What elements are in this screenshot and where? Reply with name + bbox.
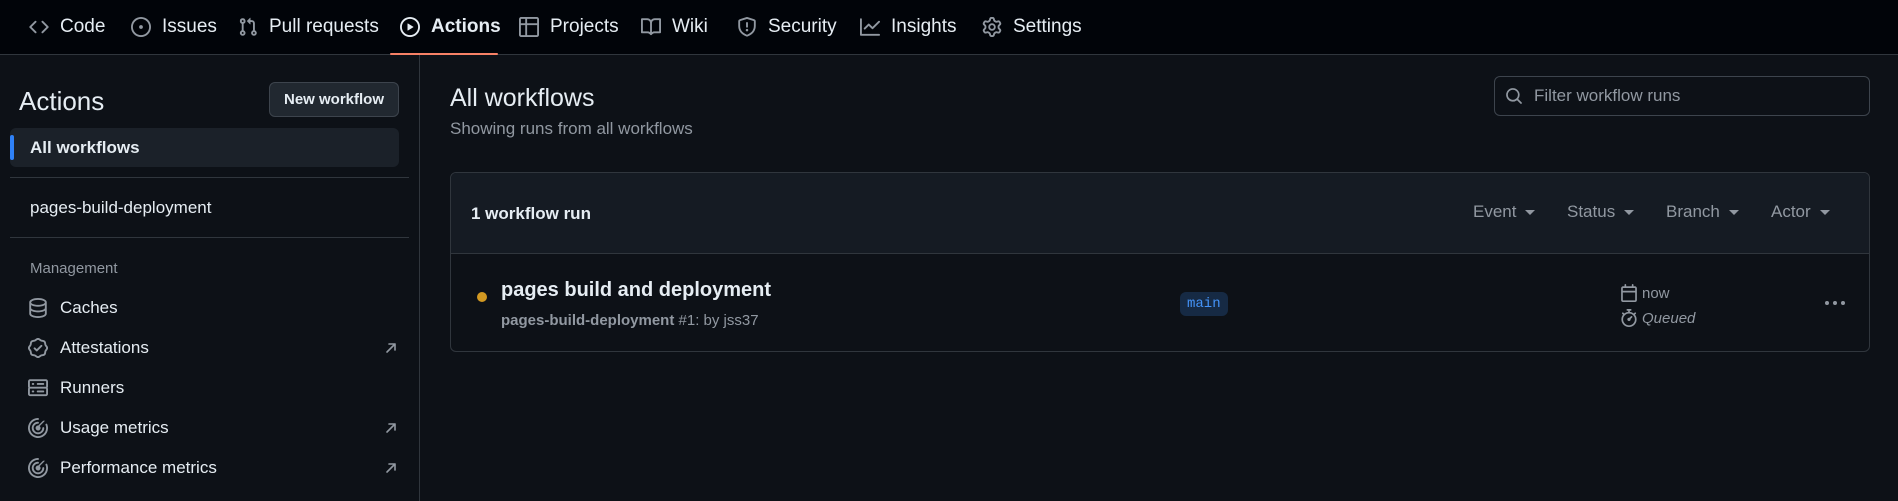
tab-pull-requests[interactable]: Pull requests xyxy=(228,0,389,54)
actor-filter-label: Actor xyxy=(1771,202,1811,221)
tab-issues[interactable]: Issues xyxy=(121,0,227,54)
branch-filter-dropdown[interactable]: Branch xyxy=(1666,202,1739,222)
tab-wiki-label: Wiki xyxy=(672,16,708,37)
sidebar-item-caches[interactable]: Caches xyxy=(28,292,398,324)
run-time: now xyxy=(1620,284,1670,302)
repo-nav: Code Issues Pull requests Actions Projec… xyxy=(0,0,1898,55)
event-filter-dropdown[interactable]: Event xyxy=(1473,202,1536,222)
tab-code[interactable]: Code xyxy=(19,0,115,54)
database-icon xyxy=(28,298,48,318)
table-icon xyxy=(519,17,539,37)
management-heading: Management xyxy=(30,260,118,277)
stopwatch-icon xyxy=(1620,309,1638,327)
caret-down-icon xyxy=(1819,209,1830,215)
external-link-icon xyxy=(384,461,398,475)
search-icon xyxy=(1505,87,1523,105)
calendar-icon xyxy=(1620,284,1638,302)
sidebar-item-usage-metrics-label: Usage metrics xyxy=(60,418,169,437)
sidebar-divider xyxy=(10,237,409,238)
graph-icon xyxy=(860,17,880,37)
caret-down-icon xyxy=(1728,209,1739,215)
run-options-button[interactable] xyxy=(1821,290,1849,316)
meter-icon xyxy=(28,418,48,438)
caret-down-icon xyxy=(1624,209,1635,215)
workflow-run-row[interactable]: pages build and deployment pages-build-d… xyxy=(451,254,1869,351)
shield-icon xyxy=(737,17,757,37)
tab-insights-label: Insights xyxy=(891,16,957,37)
sidebar-item-attestations-label: Attestations xyxy=(60,338,149,357)
sidebar-divider xyxy=(10,177,409,178)
sidebar-item-attestations[interactable]: Attestations xyxy=(28,332,398,364)
run-status-label: Queued xyxy=(1642,309,1696,327)
book-icon xyxy=(641,17,661,37)
external-link-icon xyxy=(384,421,398,435)
tab-issues-label: Issues xyxy=(162,16,217,37)
sidebar-item-usage-metrics[interactable]: Usage metrics xyxy=(28,412,398,444)
event-filter-label: Event xyxy=(1473,202,1517,221)
sidebar-item-runners-label: Runners xyxy=(60,378,125,397)
run-meta-suffix: #1: by jss37 xyxy=(678,312,759,329)
actions-sidebar: Actions New workflow All workflows pages… xyxy=(0,55,420,501)
runs-header: 1 workflow run Event Status Branch Actor xyxy=(451,173,1869,254)
tab-insights[interactable]: Insights xyxy=(850,0,966,54)
runs-count: 1 workflow run xyxy=(471,204,591,223)
run-status: Queued xyxy=(1620,309,1695,327)
branch-filter-label: Branch xyxy=(1666,202,1720,221)
page-title: All workflows xyxy=(450,84,595,112)
sidebar-item-all-workflows-label: All workflows xyxy=(30,137,140,157)
branch-tag[interactable]: main xyxy=(1180,292,1228,316)
tab-actions-label: Actions xyxy=(431,16,501,37)
actor-filter-dropdown[interactable]: Actor xyxy=(1771,202,1830,222)
run-title[interactable]: pages build and deployment xyxy=(501,279,771,302)
run-workflow-name: pages-build-deployment xyxy=(501,312,675,329)
sidebar-item-performance-metrics-label: Performance metrics xyxy=(60,458,217,477)
play-icon xyxy=(400,17,420,37)
sidebar-item-all-workflows[interactable]: All workflows xyxy=(10,128,399,167)
tab-pull-requests-label: Pull requests xyxy=(269,16,379,37)
new-workflow-button[interactable]: New workflow xyxy=(269,82,399,117)
code-icon xyxy=(29,17,49,37)
sidebar-item-performance-metrics[interactable]: Performance metrics xyxy=(28,452,398,484)
tab-settings-label: Settings xyxy=(1013,16,1082,37)
run-meta: pages-build-deployment #1: by jss37 xyxy=(501,312,759,329)
status-filter-dropdown[interactable]: Status xyxy=(1567,202,1635,222)
tab-wiki[interactable]: Wiki xyxy=(631,0,718,54)
page-subtitle: Showing runs from all workflows xyxy=(450,119,693,138)
filter-workflow-runs[interactable] xyxy=(1494,76,1870,116)
caret-down-icon xyxy=(1525,209,1536,215)
tab-security-label: Security xyxy=(768,16,837,37)
server-icon xyxy=(28,378,48,398)
external-link-icon xyxy=(384,341,398,355)
tab-settings[interactable]: Settings xyxy=(972,0,1092,54)
gear-icon xyxy=(982,17,1002,37)
tab-security[interactable]: Security xyxy=(727,0,847,54)
issue-icon xyxy=(131,17,151,37)
kebab-horizontal-icon xyxy=(1824,300,1846,306)
tab-code-label: Code xyxy=(60,16,106,37)
tab-actions[interactable]: Actions xyxy=(390,0,501,55)
status-filter-label: Status xyxy=(1567,202,1616,221)
queued-status-icon xyxy=(477,292,487,302)
verified-icon xyxy=(28,338,48,358)
filter-input[interactable] xyxy=(1534,86,1854,106)
sidebar-title: Actions xyxy=(19,86,105,116)
tab-projects-label: Projects xyxy=(550,16,619,37)
sidebar-item-caches-label: Caches xyxy=(60,298,118,317)
sidebar-item-pages-build-deployment[interactable]: pages-build-deployment xyxy=(30,198,211,218)
workflow-runs-list: 1 workflow run Event Status Branch Actor… xyxy=(450,172,1870,352)
sidebar-item-runners[interactable]: Runners xyxy=(28,372,398,404)
tab-projects[interactable]: Projects xyxy=(509,0,629,54)
meter-icon xyxy=(28,458,48,478)
pull-request-icon xyxy=(238,17,258,37)
run-time-label: now xyxy=(1642,284,1670,302)
